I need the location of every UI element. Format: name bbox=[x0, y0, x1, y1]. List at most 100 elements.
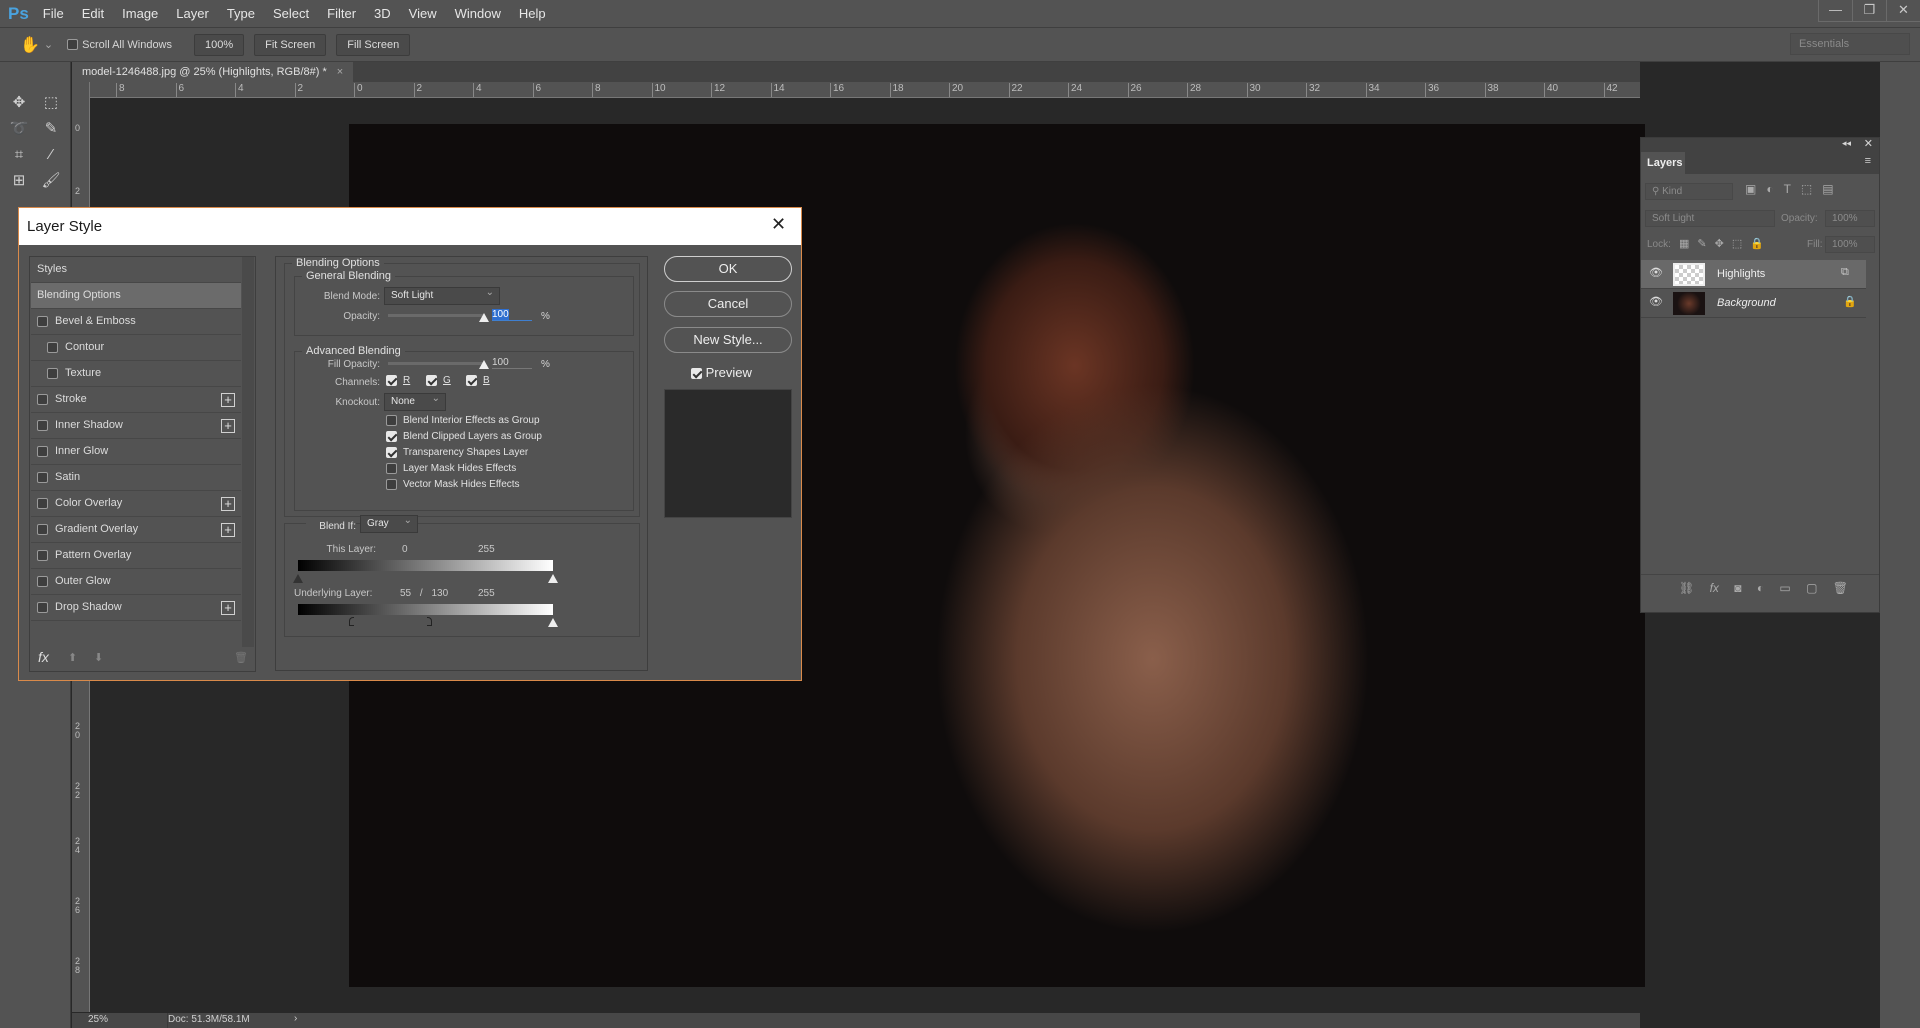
visibility-eye-icon[interactable]: 👁 bbox=[1649, 295, 1663, 308]
option-layer-mask-hides-effects-checkbox[interactable]: Layer Mask Hides Effects bbox=[386, 463, 516, 474]
layer-filter-select[interactable]: ⚲ Kind bbox=[1645, 183, 1733, 200]
option-transparency-shapes-layer-checkbox[interactable]: Transparency Shapes Layer bbox=[386, 447, 528, 458]
blend-mode-select[interactable]: Soft Light bbox=[384, 285, 500, 305]
eyedropper-tool-icon[interactable]: ⁄ bbox=[40, 144, 62, 166]
style-checkbox[interactable] bbox=[47, 341, 58, 353]
preview-checkbox[interactable]: Preview bbox=[691, 365, 752, 380]
style-checkbox[interactable] bbox=[37, 471, 48, 483]
menu-image[interactable]: Image bbox=[122, 6, 158, 21]
add-effect-plus-icon[interactable]: + bbox=[221, 601, 235, 615]
style-checkbox[interactable] bbox=[37, 549, 48, 561]
healing-tool-icon[interactable]: ⊞ bbox=[8, 170, 30, 192]
layers-tab[interactable]: Layers bbox=[1641, 152, 1685, 174]
style-checkbox[interactable] bbox=[47, 367, 58, 379]
collapse-panel-icon[interactable]: ◂◂ bbox=[1842, 138, 1851, 149]
channel-r-checkbox[interactable]: R bbox=[386, 375, 410, 386]
menu-edit[interactable]: Edit bbox=[82, 6, 104, 21]
option-blend-interior-effects-as-group-checkbox[interactable]: Blend Interior Effects as Group bbox=[386, 415, 540, 426]
add-effect-plus-icon[interactable]: + bbox=[221, 419, 235, 433]
ok-button[interactable]: OK bbox=[664, 256, 792, 282]
style-item-satin[interactable]: Satin bbox=[31, 465, 241, 491]
style-item-inner-glow[interactable]: Inner Glow bbox=[31, 439, 241, 465]
this-layer-white-thumb[interactable] bbox=[548, 574, 558, 583]
underlying-black-split-thumb[interactable] bbox=[349, 617, 354, 626]
marquee-tool-icon[interactable]: ⬚ bbox=[40, 92, 62, 114]
style-item-gradient-overlay[interactable]: Gradient Overlay + bbox=[31, 517, 241, 543]
style-checkbox[interactable] bbox=[37, 419, 48, 431]
fit-screen-button[interactable]: Fit Screen bbox=[254, 33, 327, 56]
brush-tool-icon[interactable]: 🖌 bbox=[40, 170, 62, 192]
style-item-drop-shadow[interactable]: Drop Shadow + bbox=[31, 595, 241, 621]
visibility-eye-icon[interactable]: 👁 bbox=[1649, 266, 1663, 279]
style-checkbox[interactable] bbox=[37, 601, 48, 613]
layers-footer-icons[interactable]: ⛓ fx ◙ ◐ ▭ ▢ 🗑 bbox=[1641, 574, 1879, 600]
scroll-all-windows-checkbox[interactable]: Scroll All Windows bbox=[67, 39, 172, 51]
option-blend-clipped-layers-as-group-checkbox[interactable]: Blend Clipped Layers as Group bbox=[386, 431, 542, 442]
style-item-contour[interactable]: Contour bbox=[31, 335, 241, 361]
blend-if-select[interactable]: Gray bbox=[360, 513, 418, 533]
zoom-level[interactable]: 25% bbox=[88, 1014, 108, 1025]
style-item-texture[interactable]: Texture bbox=[31, 361, 241, 387]
menu-filter[interactable]: Filter bbox=[327, 6, 356, 21]
style-item-stroke[interactable]: Stroke + bbox=[31, 387, 241, 413]
dialog-close-icon[interactable]: ✕ bbox=[771, 214, 786, 235]
channel-b-checkbox[interactable]: B bbox=[466, 375, 490, 386]
layer-row-highlights[interactable]: 👁 Highlights ⧉ bbox=[1641, 260, 1866, 289]
panel-menu-icon[interactable]: ≡ bbox=[1865, 155, 1871, 167]
workspace-select[interactable]: Essentials bbox=[1790, 33, 1910, 55]
style-checkbox[interactable] bbox=[37, 445, 48, 457]
fx-menu-button[interactable]: fx bbox=[38, 649, 49, 665]
opacity-slider-thumb[interactable] bbox=[479, 313, 489, 322]
zoom-100-button[interactable]: 100% bbox=[194, 33, 245, 56]
menu-3d[interactable]: 3D bbox=[374, 6, 391, 21]
opacity-field[interactable]: 100 bbox=[492, 309, 532, 321]
layer-opacity-field[interactable]: 100% bbox=[1825, 210, 1875, 227]
status-menu-arrow-icon[interactable]: › bbox=[294, 1013, 297, 1024]
move-down-icon[interactable]: ⬇ bbox=[94, 651, 103, 664]
move-up-icon[interactable]: ⬆ bbox=[68, 651, 77, 664]
styles-scrollbar[interactable] bbox=[242, 257, 254, 647]
add-effect-plus-icon[interactable]: + bbox=[221, 393, 235, 407]
opacity-slider[interactable] bbox=[388, 314, 484, 317]
add-effect-plus-icon[interactable]: + bbox=[221, 523, 235, 537]
quick-select-tool-icon[interactable]: ✎ bbox=[40, 118, 62, 140]
knockout-select[interactable]: None bbox=[384, 391, 446, 411]
style-checkbox[interactable] bbox=[37, 575, 48, 587]
style-item-inner-shadow[interactable]: Inner Shadow + bbox=[31, 413, 241, 439]
tool-preset-chevron-icon[interactable]: ⌄ bbox=[44, 38, 53, 51]
lock-icons[interactable]: ▦✎✥⬚🔒 bbox=[1679, 237, 1772, 250]
cancel-button[interactable]: Cancel bbox=[664, 291, 792, 317]
menu-view[interactable]: View bbox=[409, 6, 437, 21]
hand-tool-icon[interactable]: ✋ bbox=[20, 35, 40, 55]
close-window-button[interactable]: ✕ bbox=[1886, 0, 1920, 22]
style-checkbox[interactable] bbox=[37, 393, 48, 405]
styles-header[interactable]: Styles bbox=[31, 257, 241, 283]
minimize-button[interactable]: — bbox=[1818, 0, 1852, 22]
restore-button[interactable]: ❐ bbox=[1852, 0, 1886, 22]
fill-opacity-field[interactable]: 100 bbox=[492, 357, 532, 369]
underlying-black-split-thumb-right[interactable] bbox=[427, 617, 432, 626]
style-checkbox[interactable] bbox=[37, 497, 48, 509]
menu-select[interactable]: Select bbox=[273, 6, 309, 21]
style-item-pattern-overlay[interactable]: Pattern Overlay bbox=[31, 543, 241, 569]
style-checkbox[interactable] bbox=[37, 315, 48, 327]
menu-window[interactable]: Window bbox=[455, 6, 501, 21]
fill-opacity-slider-thumb[interactable] bbox=[479, 360, 489, 369]
move-tool-icon[interactable]: ✥ bbox=[8, 92, 30, 114]
menu-help[interactable]: Help bbox=[519, 6, 546, 21]
this-layer-black-thumb[interactable] bbox=[293, 574, 303, 583]
crop-tool-icon[interactable]: ⌗ bbox=[8, 144, 30, 166]
style-item-color-overlay[interactable]: Color Overlay + bbox=[31, 491, 241, 517]
style-item-blending-options[interactable]: Blending Options bbox=[31, 283, 241, 309]
menu-file[interactable]: File bbox=[43, 6, 64, 21]
layer-blend-mode-select[interactable]: Soft Light bbox=[1645, 210, 1775, 227]
add-effect-plus-icon[interactable]: + bbox=[221, 497, 235, 511]
filter-icons[interactable]: ▣◐T⬚▤ bbox=[1745, 182, 1844, 196]
lasso-tool-icon[interactable]: ➰ bbox=[8, 118, 30, 140]
close-tab-icon[interactable]: × bbox=[337, 66, 343, 78]
layer-fill-field[interactable]: 100% bbox=[1825, 236, 1875, 253]
style-checkbox[interactable] bbox=[37, 523, 48, 535]
new-style-button[interactable]: New Style... bbox=[664, 327, 792, 353]
style-item-outer-glow[interactable]: Outer Glow bbox=[31, 569, 241, 595]
style-item-bevel-emboss[interactable]: Bevel & Emboss bbox=[31, 309, 241, 335]
